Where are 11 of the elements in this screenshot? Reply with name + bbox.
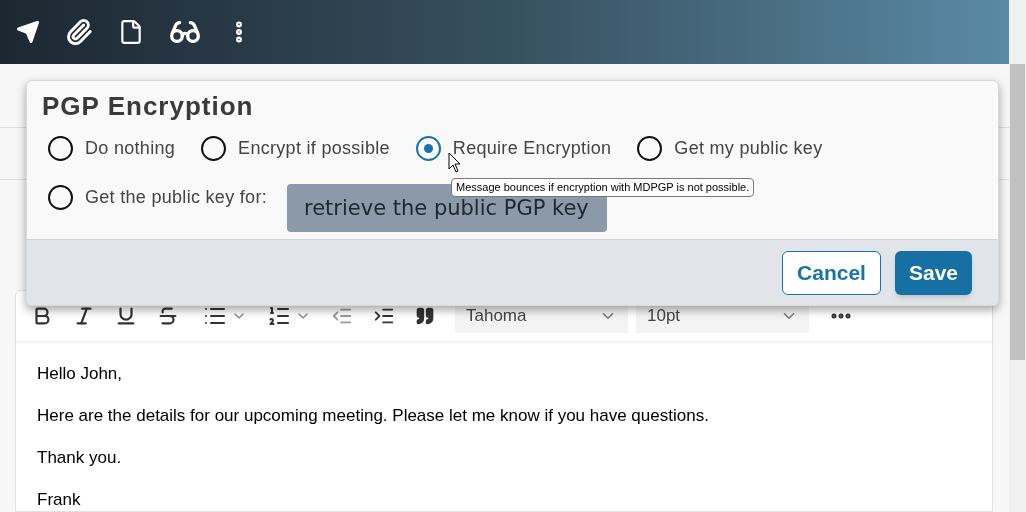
dialog-title: PGP Encryption xyxy=(42,91,255,121)
email-paragraph: Here are the details for our upcoming meeting. Please let me know if you have questions. xyxy=(37,405,710,426)
option-label: Require Encryption xyxy=(452,137,612,160)
option-label: Encrypt if possible xyxy=(238,137,390,160)
email-paragraph: Frank xyxy=(37,489,82,510)
email-paragraph: Thank you. xyxy=(37,447,123,468)
option-label: Do nothing xyxy=(85,137,176,160)
email-paragraph: Hello John, xyxy=(37,363,124,384)
option-label: Get the public key for: xyxy=(85,185,267,209)
tooltip: Message bounces if encryption with MDPGP is not possible. xyxy=(451,178,755,197)
option-label: Get my public key xyxy=(674,137,823,160)
